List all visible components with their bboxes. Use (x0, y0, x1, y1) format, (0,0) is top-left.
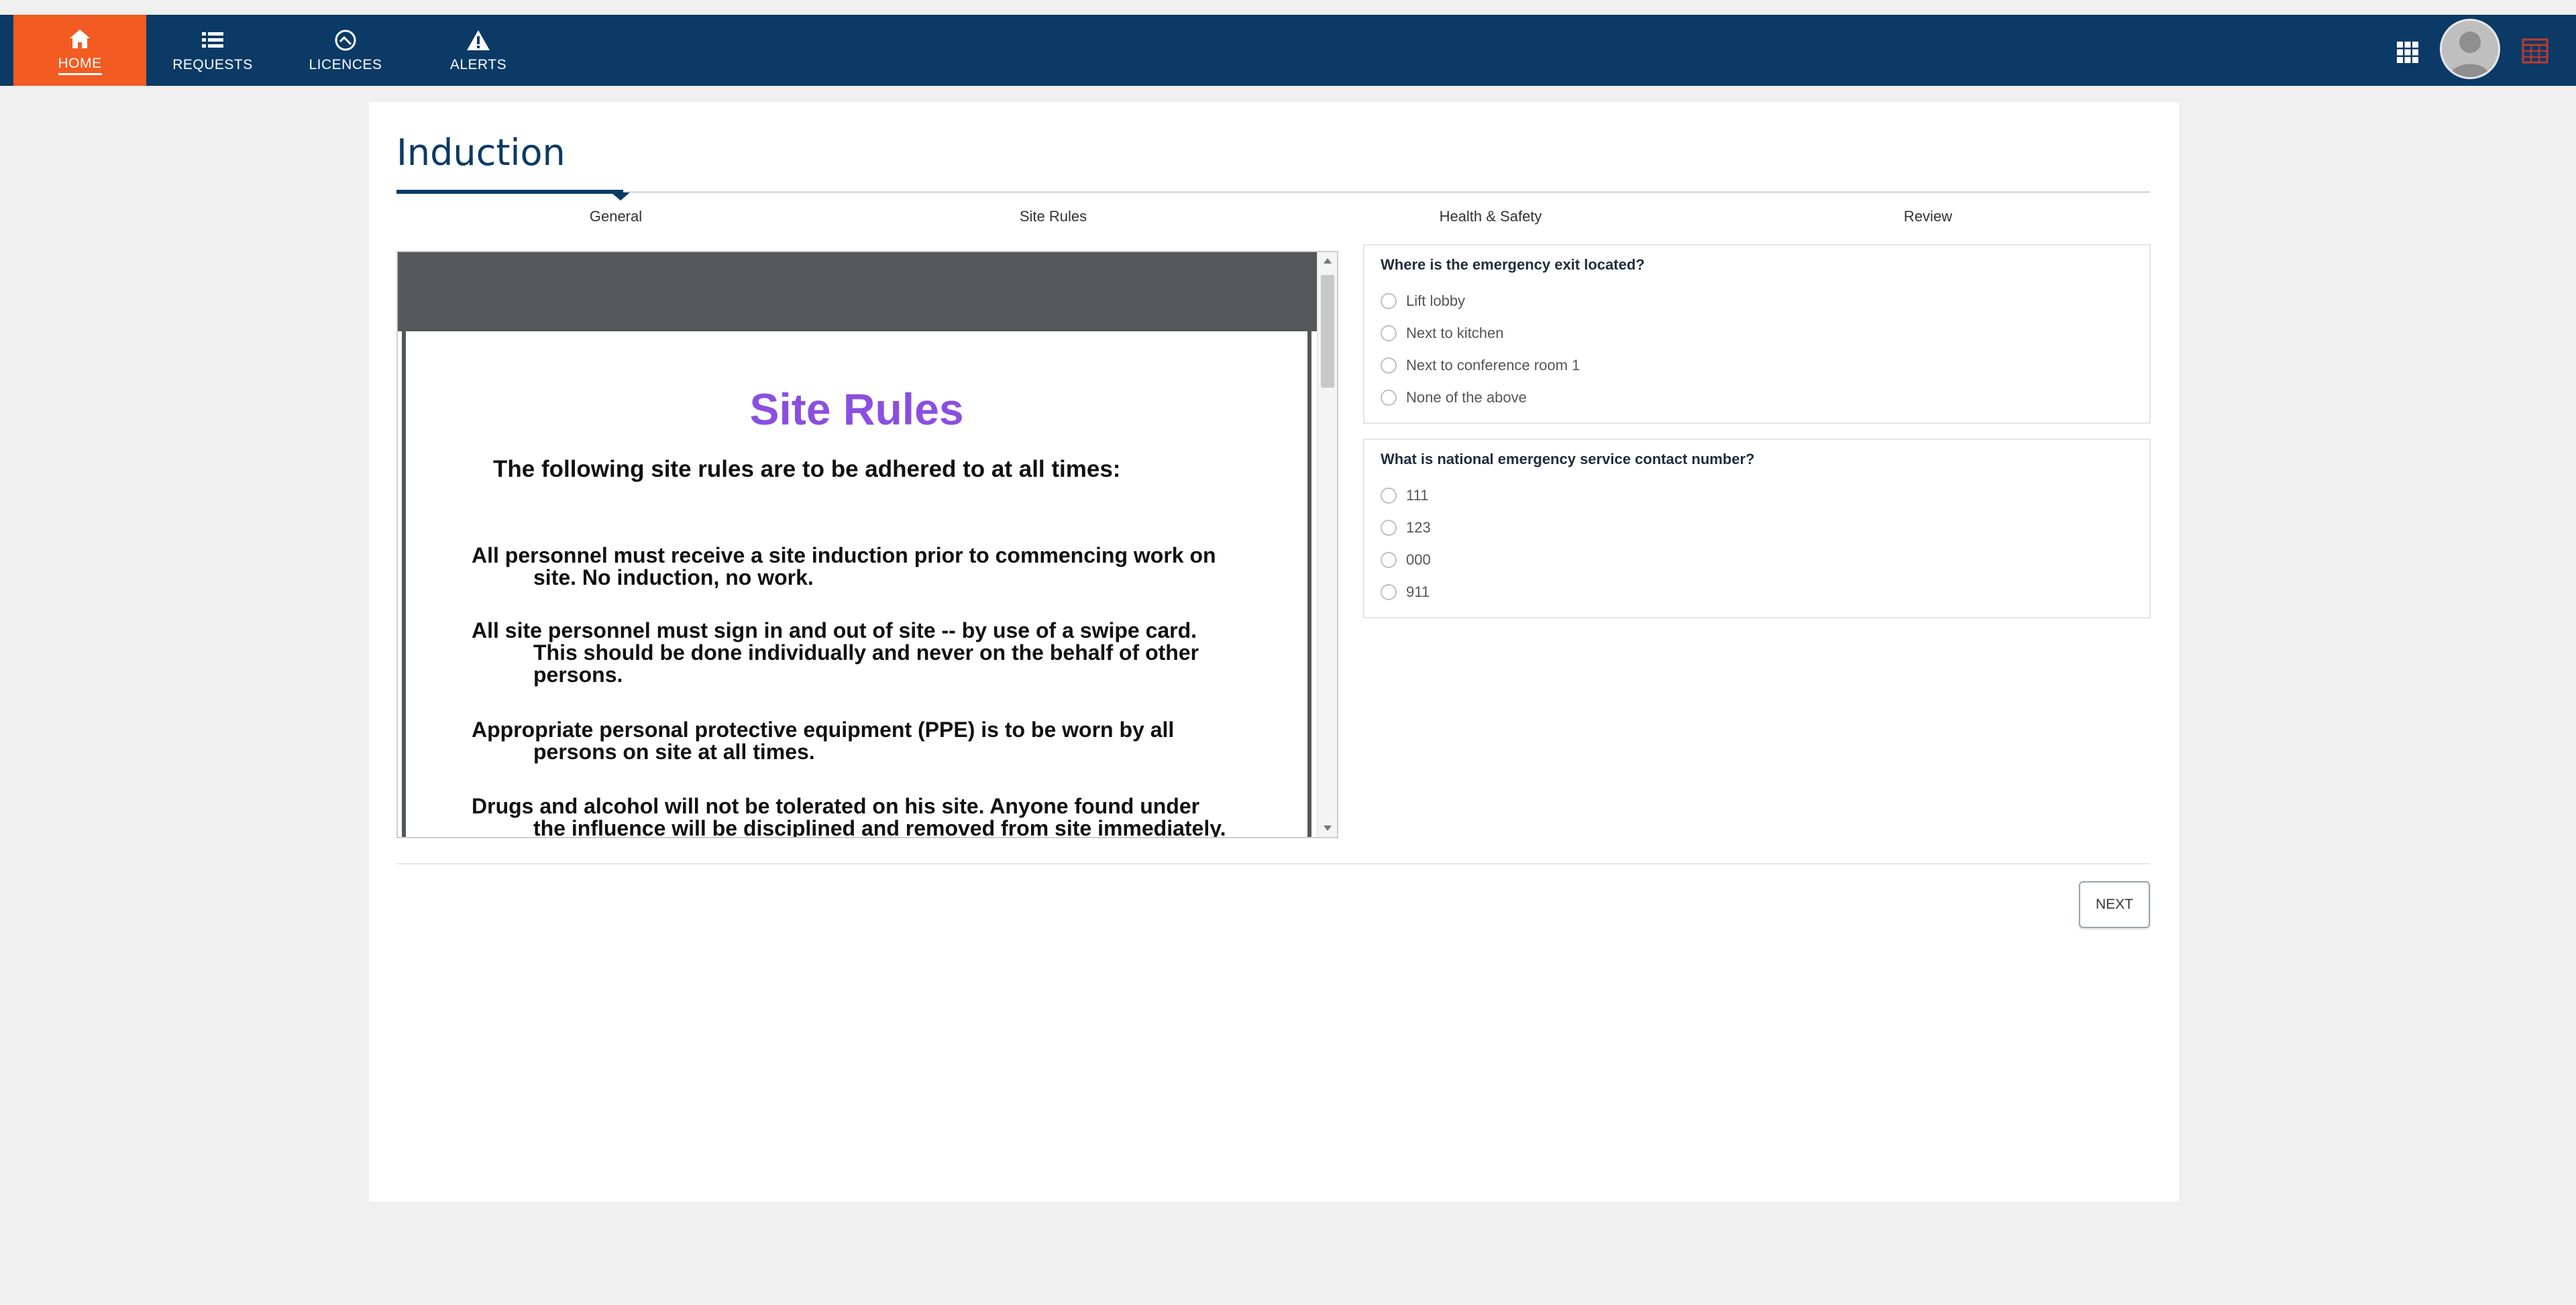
step-general[interactable]: General (590, 208, 642, 225)
answer-label: 123 (1406, 519, 1431, 536)
document-rule: All personnel must receive a site induct… (472, 545, 1270, 589)
home-icon (68, 26, 91, 52)
answer-option[interactable]: Next to conference room 1 (1381, 357, 1580, 374)
radio-button[interactable] (1381, 520, 1397, 536)
scroll-up-icon[interactable] (1318, 252, 1337, 270)
nav-licences-label: LICENCES (309, 57, 382, 72)
nav-requests[interactable]: REQUESTS (146, 15, 279, 86)
rule-continuation: the influence will be disciplined and re… (533, 816, 1226, 838)
document-rule: Appropriate personal protective equipmen… (472, 719, 1270, 763)
radio-button[interactable] (1381, 584, 1397, 600)
stepper-caret-icon (611, 192, 630, 201)
next-button[interactable]: NEXT (2079, 881, 2150, 928)
step-health-safety[interactable]: Health & Safety (1440, 208, 1542, 225)
rule-line: Drugs and alcohol will not be tolerated … (472, 794, 1200, 818)
document-rule: All site personnel must sign in and out … (472, 620, 1270, 686)
answer-option[interactable]: 111 (1381, 487, 1428, 504)
rule-line: All personnel must receive a site induct… (472, 543, 1216, 567)
nav-requests-label: REQUESTS (172, 57, 253, 72)
document-heading: Site Rules (749, 384, 964, 434)
apps-grid-icon[interactable] (2396, 41, 2419, 64)
rule-line: Appropriate personal protective equipmen… (472, 718, 1175, 742)
document-page: Site Rules The following site rules are … (402, 331, 1311, 838)
rule-continuation: persons on site at all times. (533, 740, 815, 764)
stepper-progress (396, 190, 623, 194)
answer-label: 000 (1406, 551, 1431, 568)
rule-continuation: site. No induction, no work. (533, 565, 814, 589)
rule-continuation: This should be done individually and nev… (533, 640, 1199, 687)
nav-home[interactable]: HOME (13, 15, 146, 86)
licence-icon (333, 27, 358, 53)
answer-option[interactable]: None of the above (1381, 389, 1527, 406)
radio-button[interactable] (1381, 293, 1397, 309)
answer-option[interactable]: 911 (1381, 583, 1430, 601)
step-site-rules[interactable]: Site Rules (1020, 208, 1087, 225)
footer-divider (396, 863, 2150, 864)
rule-line: All site personnel must sign in and out … (472, 618, 1197, 642)
top-nav-bar: HOME REQUESTS LICENCES ALERTS (0, 15, 2576, 86)
answer-label: Next to kitchen (1406, 325, 1504, 341)
document-scrollbar[interactable] (1317, 252, 1337, 837)
answer-option[interactable]: Lift lobby (1381, 292, 1465, 310)
question-card: Where is the emergency exit located? Lif… (1363, 244, 2151, 424)
page-title: Induction (396, 131, 566, 174)
answer-option[interactable]: Next to kitchen (1381, 325, 1504, 342)
list-icon (201, 27, 225, 53)
document-viewer[interactable]: Site Rules The following site rules are … (396, 251, 1338, 838)
radio-button[interactable] (1381, 488, 1397, 504)
answer-option[interactable]: 000 (1381, 551, 1431, 569)
answer-label: Lift lobby (1406, 292, 1466, 309)
question-card: What is national emergency service conta… (1363, 439, 2151, 618)
radio-button[interactable] (1381, 325, 1397, 341)
scroll-thumb[interactable] (1321, 275, 1334, 388)
nav-alerts-label: ALERTS (449, 57, 507, 72)
answer-label: Next to conference room 1 (1406, 357, 1580, 374)
answer-option[interactable]: 123 (1381, 519, 1431, 536)
answer-label: 911 (1406, 583, 1430, 600)
answer-label: None of the above (1406, 389, 1527, 406)
question-text: Where is the emergency exit located? (1381, 256, 1645, 273)
answer-label: 111 (1406, 487, 1429, 504)
step-review[interactable]: Review (1904, 208, 1952, 225)
scroll-down-icon[interactable] (1318, 819, 1337, 837)
nav-home-label: HOME (58, 56, 102, 75)
nav-alerts[interactable]: ALERTS (412, 15, 545, 86)
question-text: What is national emergency service conta… (1381, 451, 1755, 467)
document-toolbar (398, 252, 1317, 331)
radio-button[interactable] (1381, 390, 1397, 406)
nav-licences[interactable]: LICENCES (279, 15, 412, 86)
radio-button[interactable] (1381, 552, 1397, 568)
calendar-icon[interactable] (2522, 37, 2548, 64)
user-avatar[interactable] (2440, 19, 2500, 79)
stepper-track (396, 191, 2150, 193)
alert-icon (466, 27, 491, 53)
induction-card: Induction General Site Rules Health & Sa… (369, 102, 2179, 1202)
radio-button[interactable] (1381, 357, 1397, 374)
document-intro: The following site rules are to be adher… (493, 456, 1121, 482)
document-rule: Drugs and alcohol will not be tolerated … (472, 795, 1270, 838)
